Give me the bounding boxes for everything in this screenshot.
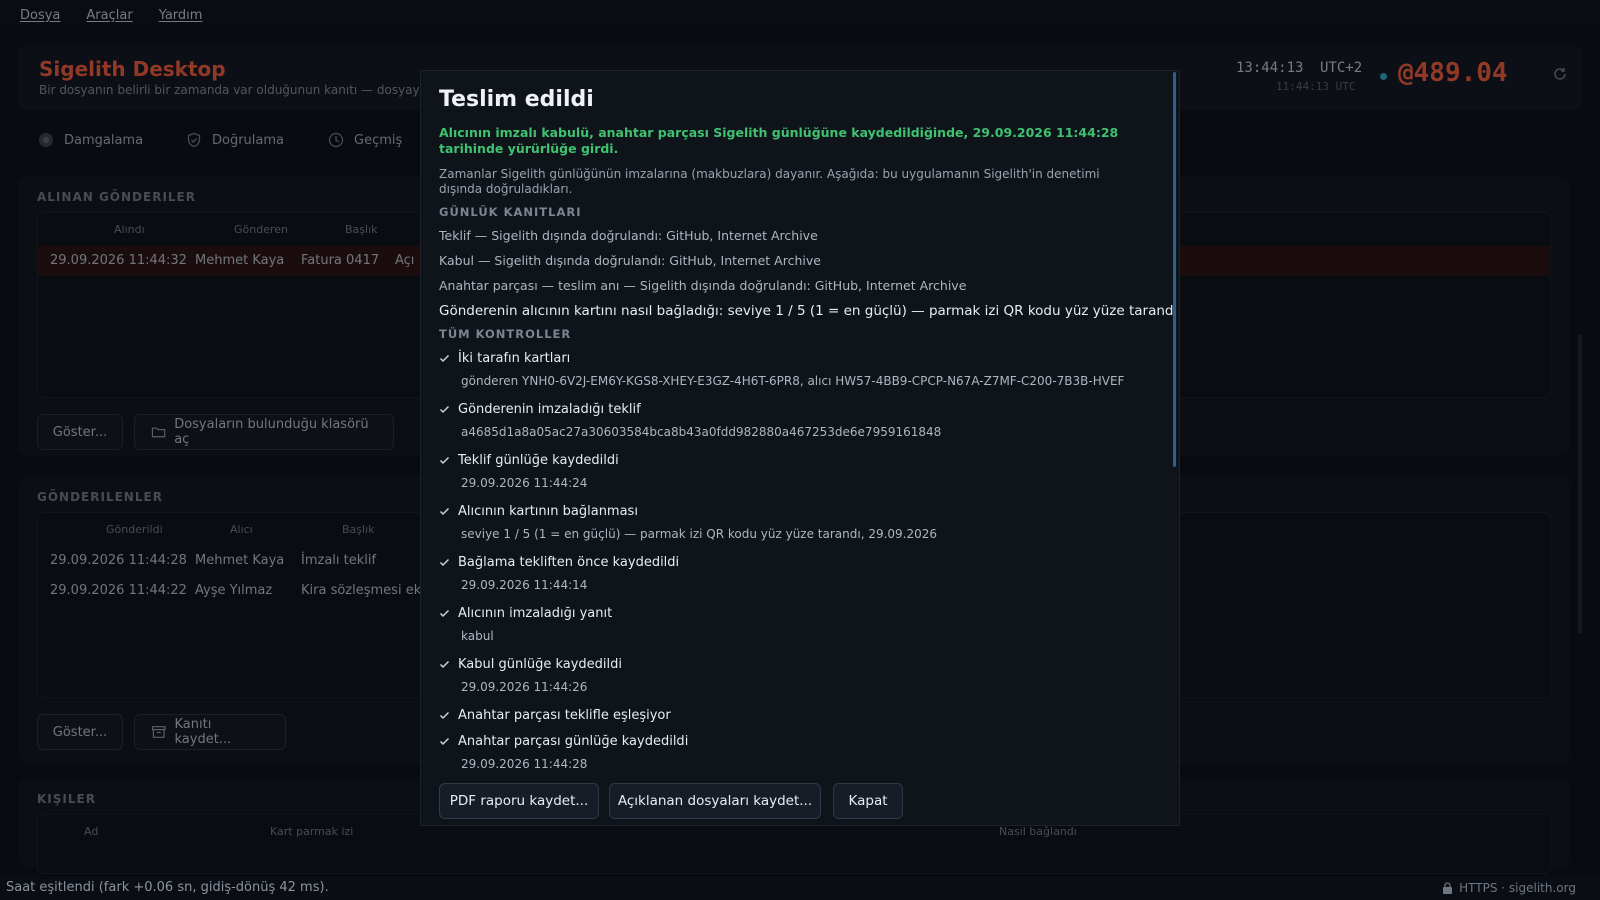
- check-label: Alıcının imzaladığı yanıt: [458, 605, 613, 621]
- delivered-dialog: Teslim edildi Alıcının imzalı kabulü, an…: [420, 70, 1180, 826]
- dialog-title: Teslim edildi: [439, 87, 594, 112]
- check-item: İki tarafın kartları: [439, 348, 570, 368]
- check-label: Bağlama tekliften önce kaydedildi: [458, 554, 680, 570]
- check-item: Bağlama tekliften önce kaydedildi: [439, 552, 679, 572]
- check-detail: 29.09.2026 11:44:28: [461, 757, 588, 771]
- check-icon: [439, 737, 450, 745]
- log-proof-item: Anahtar parçası — teslim anı — Sigelith …: [439, 278, 967, 293]
- check-detail: 29.09.2026 11:44:24: [461, 476, 588, 490]
- check-icon: [439, 456, 450, 464]
- log-proofs-title: GÜNLÜK KANITLARI: [439, 205, 582, 219]
- check-item: Gönderenin imzaladığı teklif: [439, 399, 641, 419]
- check-label: Alıcının kartının bağlanması: [458, 503, 638, 519]
- log-proof-item: Kabul — Sigelith dışında doğrulandı: Git…: [439, 253, 821, 268]
- check-detail: 29.09.2026 11:44:26: [461, 680, 588, 694]
- check-label: Kabul günlüğe kaydedildi: [458, 656, 623, 672]
- close-button[interactable]: Kapat: [833, 783, 903, 819]
- check-icon: [439, 609, 450, 617]
- check-icon: [439, 660, 450, 668]
- check-icon: [439, 711, 450, 719]
- check-detail: gönderen YNH0-6V2J-EM6Y-KGS8-XHEY-E3GZ-4…: [461, 374, 1125, 388]
- check-detail: 29.09.2026 11:44:14: [461, 578, 588, 592]
- check-detail: a4685d1a8a05ac27a30603584bca8b43a0fdd982…: [461, 425, 942, 439]
- check-label: Gönderenin imzaladığı teklif: [458, 401, 641, 417]
- timestamp-note: Zamanlar Sigelith günlüğünün imzalarına …: [439, 167, 1100, 196]
- check-detail: seviye 1 / 5 (1 = en güçlü) — parmak izi…: [461, 527, 938, 541]
- binding-summary: Gönderenin alıcının kartını nasıl bağlad…: [439, 303, 1178, 319]
- lock-icon: [1443, 882, 1453, 894]
- effective-notice: Alıcının imzalı kabulü, anahtar parçası …: [439, 125, 1119, 156]
- check-icon: [439, 507, 450, 515]
- save-files-button[interactable]: Açıklanan dosyaları kaydet...: [609, 783, 821, 819]
- check-icon: [439, 405, 450, 413]
- save-pdf-button[interactable]: PDF raporu kaydet...: [439, 783, 599, 819]
- check-icon: [439, 558, 450, 566]
- check-item: Kabul günlüğe kaydedildi: [439, 654, 622, 674]
- check-detail: kabul: [461, 629, 494, 643]
- check-item: Alıcının kartının bağlanması: [439, 501, 638, 521]
- status-bar: Saat eşitlendi (fark +0.06 sn, gidiş-dön…: [0, 876, 1600, 900]
- checks-title: TÜM KONTROLLER: [439, 327, 572, 341]
- connection-status: HTTPS · sigelith.org: [1442, 881, 1576, 895]
- check-label: Teklif günlüğe kaydedildi: [458, 452, 619, 468]
- log-proof-item: Teklif — Sigelith dışında doğrulandı: Gi…: [439, 228, 818, 243]
- check-item: Anahtar parçası teklifle eşleşiyor: [439, 705, 671, 725]
- check-item: Teklif günlüğe kaydedildi: [439, 450, 619, 470]
- check-item: Anahtar parçası günlüğe kaydedildi: [439, 731, 688, 751]
- check-label: İki tarafın kartları: [458, 350, 571, 366]
- status-text: Saat eşitlendi (fark +0.06 sn, gidiş-dön…: [6, 880, 329, 895]
- dialog-scrollbar[interactable]: [1173, 72, 1176, 467]
- check-item: Alıcının imzaladığı yanıt: [439, 603, 612, 623]
- check-label: Anahtar parçası günlüğe kaydedildi: [458, 733, 689, 749]
- connection-label: HTTPS · sigelith.org: [1459, 881, 1576, 895]
- check-label: Anahtar parçası teklifle eşleşiyor: [458, 707, 671, 723]
- check-icon: [439, 354, 450, 362]
